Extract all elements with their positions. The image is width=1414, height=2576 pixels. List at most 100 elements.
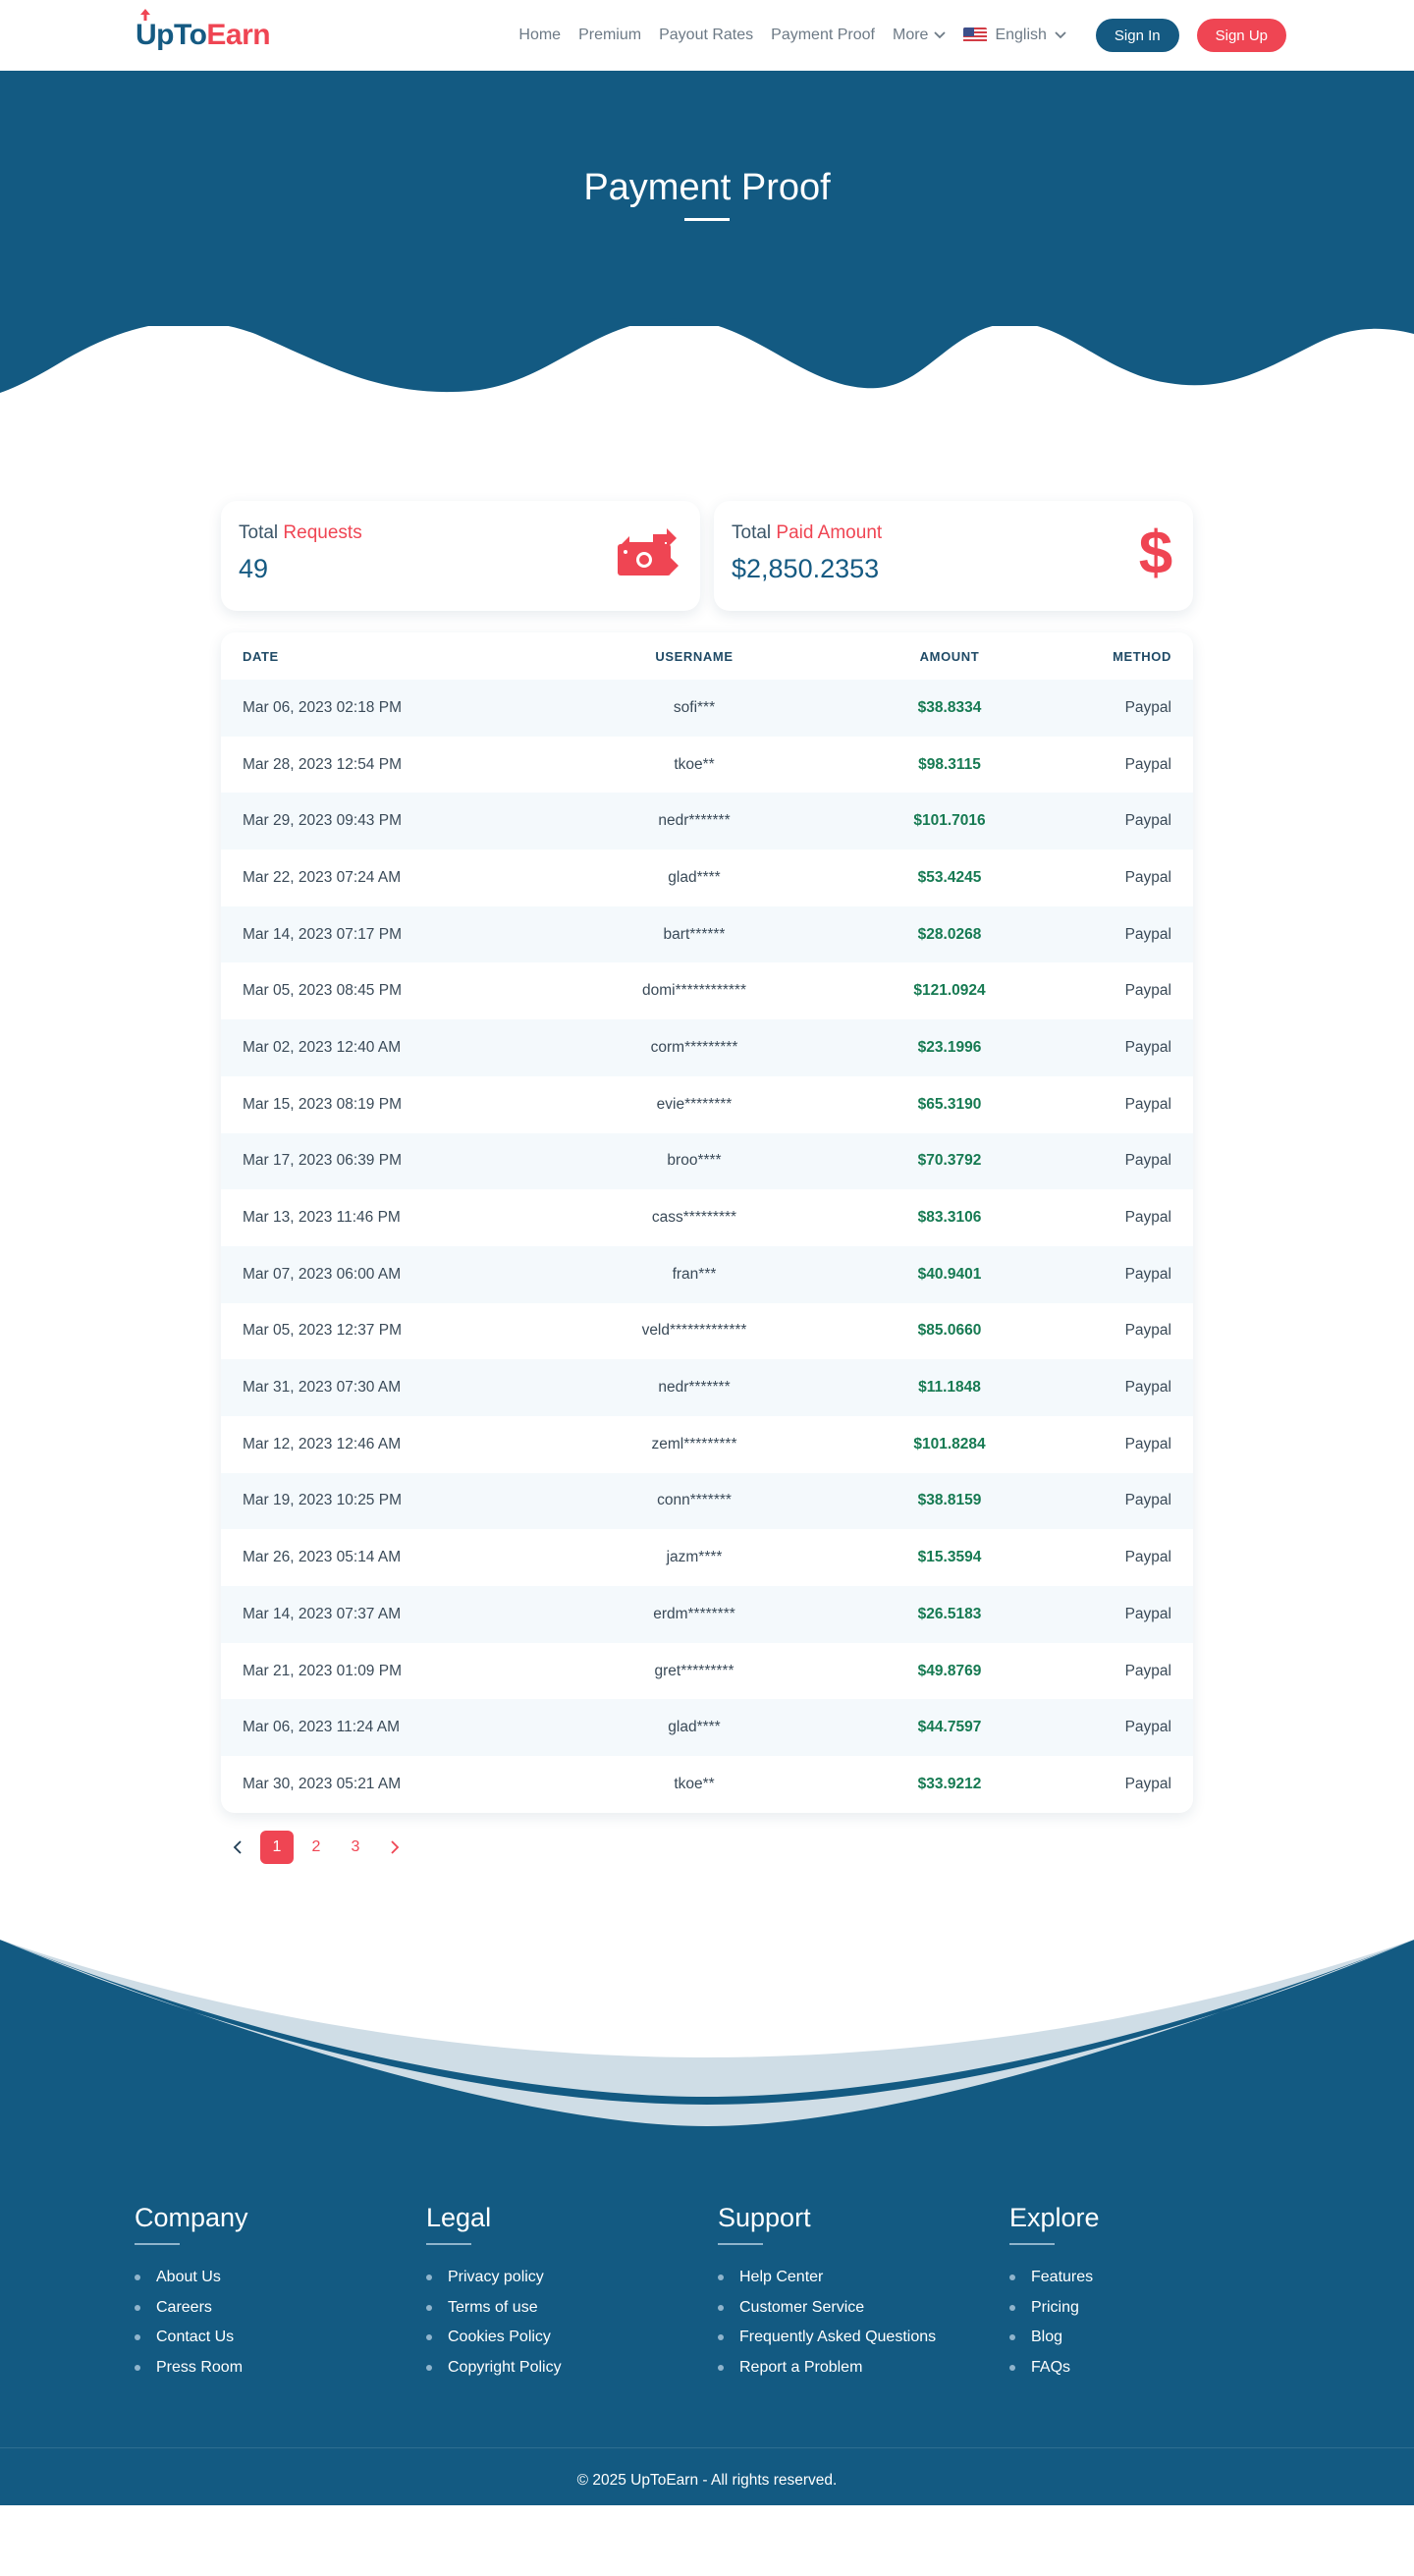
- page-3-button[interactable]: 3: [339, 1831, 372, 1864]
- footer-explore-title: Explore: [1009, 2203, 1100, 2232]
- help-center-link[interactable]: Help Center: [739, 2263, 823, 2293]
- cell-method: Paypal: [1124, 1379, 1171, 1397]
- cell-amount: $85.0660: [917, 1322, 982, 1340]
- nav-premium-link[interactable]: Premium: [578, 27, 641, 44]
- cell-date: Mar 14, 2023 07:37 AM: [243, 1605, 402, 1622]
- privacy-policy-link[interactable]: Privacy policy: [448, 2263, 544, 2293]
- cell-username: tkoe**: [674, 755, 715, 773]
- cell-date: Mar 05, 2023 08:45 PM: [243, 982, 402, 1000]
- table-row: Mar 14, 2023 07:17 PM bart****** $28.0268 P…: [221, 905, 1193, 963]
- sign-up-button[interactable]: Sign Up: [1196, 19, 1286, 52]
- footer-company: Company About Us Careers Contact Us Pres…: [135, 2203, 426, 2383]
- cell-method: Paypal: [1124, 698, 1171, 716]
- about-us-link[interactable]: About Us: [156, 2263, 221, 2293]
- total-paid-value: $2,850.2353: [732, 554, 880, 583]
- cell-amount: $121.0924: [913, 982, 986, 1000]
- table-row: Mar 14, 2023 07:37 AM erdm******** $26.518…: [221, 1586, 1193, 1643]
- press-room-link[interactable]: Press Room: [156, 2353, 243, 2384]
- footer-link: Frequently Asked Questions: [718, 2323, 1009, 2353]
- next-page-button[interactable]: [378, 1831, 411, 1864]
- table-row: Mar 29, 2023 09:43 PM nedr******* $101.701…: [221, 793, 1193, 850]
- language-selector[interactable]: English: [963, 27, 1066, 44]
- blog-link[interactable]: Blog: [1031, 2323, 1062, 2353]
- logo-arrow-icon: [140, 9, 150, 21]
- chevron-left-icon: [233, 1840, 242, 1854]
- cell-amount: $101.8284: [913, 1435, 986, 1452]
- cell-method: Paypal: [1124, 1662, 1171, 1679]
- nav-payment-proof-link[interactable]: Payment Proof: [771, 27, 875, 44]
- cell-method: Paypal: [1124, 1265, 1171, 1283]
- report-problem-link[interactable]: Report a Problem: [739, 2353, 862, 2384]
- label-plain: Total: [239, 522, 279, 543]
- cell-method: Paypal: [1124, 1435, 1171, 1452]
- page-1-button[interactable]: 1: [260, 1831, 294, 1864]
- header-username[interactable]: USERNAME: [567, 649, 822, 664]
- cell-username: corm*********: [650, 1038, 738, 1056]
- cell-date: Mar 22, 2023 07:24 AM: [243, 868, 402, 886]
- header-method[interactable]: METHOD: [1038, 649, 1171, 664]
- page-2-button[interactable]: 2: [299, 1831, 333, 1864]
- cell-amount: $11.1848: [918, 1379, 981, 1397]
- footer-support-title: Support: [718, 2203, 811, 2232]
- cell-date: Mar 17, 2023 06:39 PM: [243, 1152, 402, 1170]
- cell-method: Paypal: [1124, 1209, 1171, 1227]
- cell-date: Mar 13, 2023 11:46 PM: [243, 1209, 401, 1227]
- logo[interactable]: UpTo Earn: [136, 9, 271, 52]
- table-row: Mar 30, 2023 05:21 AM tkoe** $33.9212 Paypa…: [221, 1756, 1193, 1813]
- cell-username: veld*************: [641, 1322, 747, 1340]
- table-row: Mar 17, 2023 06:39 PM broo**** $70.3792 Pay…: [221, 1132, 1193, 1190]
- faqs-link[interactable]: FAQs: [1031, 2353, 1070, 2384]
- table-row: Mar 12, 2023 12:46 AM zeml********* $101.8…: [221, 1415, 1193, 1473]
- customer-service-link[interactable]: Customer Service: [739, 2293, 864, 2324]
- cell-method: Paypal: [1124, 1492, 1171, 1509]
- cell-username: broo****: [667, 1152, 722, 1170]
- cell-amount: $38.8334: [917, 698, 982, 716]
- cell-method: Paypal: [1124, 982, 1171, 1000]
- cell-username: bart******: [663, 925, 726, 943]
- header-amount[interactable]: AMOUNT: [861, 649, 1038, 664]
- cell-username: jazm****: [666, 1549, 723, 1566]
- cookies-policy-link[interactable]: Cookies Policy: [448, 2323, 551, 2353]
- page-title: Payment Proof: [583, 167, 831, 208]
- cell-date: Mar 31, 2023 07:30 AM: [243, 1379, 402, 1397]
- cell-username: tkoe**: [674, 1775, 715, 1792]
- table-body: Mar 06, 2023 02:18 PM sofi*** $38.8334 Payp…: [221, 680, 1193, 1813]
- footer-link: Careers: [135, 2293, 426, 2324]
- careers-link[interactable]: Careers: [156, 2293, 212, 2324]
- terms-of-use-link[interactable]: Terms of use: [448, 2293, 538, 2324]
- faq-link[interactable]: Frequently Asked Questions: [739, 2323, 936, 2353]
- copyright-policy-link[interactable]: Copyright Policy: [448, 2353, 562, 2384]
- prev-page-button[interactable]: [221, 1831, 254, 1864]
- nav-more-dropdown[interactable]: More: [892, 27, 947, 44]
- footer-title-underline: [135, 2243, 180, 2245]
- footer-link: Blog: [1009, 2323, 1301, 2353]
- table-row: Mar 05, 2023 08:45 PM domi************ $12…: [221, 962, 1193, 1020]
- footer: Company About Us Careers Contact Us Pres…: [0, 1940, 1414, 2505]
- table-row: Mar 02, 2023 12:40 AM corm********* $23.19…: [221, 1019, 1193, 1076]
- cell-method: Paypal: [1124, 868, 1171, 886]
- chevron-right-icon: [391, 1840, 400, 1854]
- cell-amount: $65.3190: [917, 1095, 982, 1113]
- cell-date: Mar 06, 2023 11:24 AM: [243, 1719, 400, 1736]
- nav-more-label: More: [892, 27, 929, 43]
- footer-legal: Legal Privacy policy Terms of use Cookie…: [426, 2203, 718, 2383]
- total-paid-label: Total Paid Amount: [732, 522, 1175, 544]
- nav-home-link[interactable]: Home: [518, 27, 561, 44]
- logo-upto: UpTo: [136, 9, 207, 52]
- features-link[interactable]: Features: [1031, 2263, 1093, 2293]
- cell-date: Mar 28, 2023 12:54 PM: [243, 755, 402, 773]
- table-row: Mar 31, 2023 07:30 AM nedr******* $11.1848…: [221, 1359, 1193, 1416]
- sign-in-button[interactable]: Sign In: [1095, 19, 1179, 52]
- pricing-link[interactable]: Pricing: [1031, 2293, 1079, 2324]
- contact-us-link[interactable]: Contact Us: [156, 2323, 234, 2353]
- header-date[interactable]: DATE: [243, 649, 567, 664]
- stats-row: Total Requests 49 Total Paid Amount $2,8…: [221, 501, 1193, 611]
- cell-amount: $53.4245: [917, 868, 982, 886]
- nav-payout-rates-link[interactable]: Payout Rates: [659, 27, 753, 44]
- footer-columns: Company About Us Careers Contact Us Pres…: [135, 2203, 1313, 2383]
- footer-link: Copyright Policy: [426, 2353, 718, 2384]
- copyright-text: © 2025 UpToEarn - All rights reserved.: [576, 2472, 838, 2489]
- cell-method: Paypal: [1124, 925, 1171, 943]
- pagination: 1 2 3: [221, 1831, 411, 1864]
- footer-link: Terms of use: [426, 2293, 718, 2324]
